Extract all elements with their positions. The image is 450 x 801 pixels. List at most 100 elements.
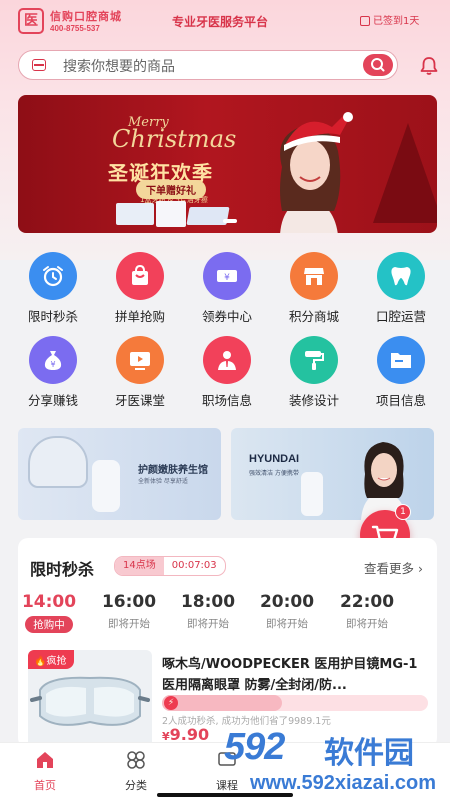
section-title: 限时秒杀: [30, 560, 95, 579]
tab-label: 分类: [125, 779, 147, 792]
person-card-icon: [203, 336, 251, 384]
hot-tag-label: 疯抢: [46, 656, 67, 667]
svg-text:¥: ¥: [224, 273, 230, 283]
watermark-number: 592: [224, 726, 285, 768]
grid-label: 拼单抢购: [114, 309, 165, 324]
banner-christmas: Christmas: [112, 125, 237, 153]
time-slot-time: 16:00: [101, 592, 157, 612]
grid-label: 装修设计: [288, 393, 339, 408]
time-slot-time: 18:00: [180, 592, 236, 612]
watermark-url: www.592xiazai.com: [250, 772, 437, 794]
view-more-link[interactable]: 查看更多 ›: [364, 558, 423, 577]
shopping-bag-icon: [116, 252, 164, 300]
logo-icon: 医: [18, 8, 44, 34]
grid-label: 限时秒杀: [27, 309, 78, 324]
countdown: 00:07:03: [171, 560, 217, 571]
time-slot[interactable]: 18:00 即将开始: [173, 592, 243, 631]
time-slot-status: 即将开始: [346, 618, 388, 630]
promo-title: 护颜嫩肤养生馆: [138, 465, 208, 476]
hot-tag: 🔥疯抢: [28, 650, 75, 669]
grid-item-group-buy[interactable]: 拼单抢购: [105, 252, 175, 325]
search-input[interactable]: 搜索你想要的商品: [63, 56, 175, 76]
grid-label: 口腔运营: [375, 309, 426, 324]
grid-label: 牙医课堂: [114, 393, 165, 408]
view-more-label: 查看更多: [364, 561, 415, 576]
product-image[interactable]: 🔥疯抢: [28, 650, 152, 748]
paint-roller-icon: [290, 336, 338, 384]
grid-label: 项目信息: [375, 393, 426, 408]
time-slot-status: 即将开始: [108, 618, 150, 630]
header: 医 信购口腔商城 400-8755-537 专业牙医服务平台 已签到1天: [0, 0, 450, 44]
time-slot-time: 14:00: [21, 592, 77, 612]
device-graphic: [28, 436, 88, 488]
grid-item-points-mall[interactable]: 积分商城: [279, 252, 349, 325]
flame-icon: 🔥: [34, 656, 47, 667]
sale-progress-fill: [162, 695, 282, 711]
grid-item-dental-class[interactable]: 牙医课堂: [105, 336, 175, 409]
svg-text:¥: ¥: [50, 360, 55, 369]
signin-status[interactable]: 已签到1天: [360, 12, 419, 27]
grid-item-flash-sale[interactable]: 限时秒杀: [18, 252, 88, 325]
christmas-tree-graphic: [373, 123, 437, 223]
sale-progress-bar: ⚡: [162, 695, 428, 711]
chevron-right-icon: ›: [418, 561, 423, 576]
alarm-clock-icon: [29, 252, 77, 300]
grid-item-oral-operation[interactable]: 口腔运营: [366, 252, 436, 325]
grid-item-project-info[interactable]: 项目信息: [366, 336, 436, 409]
promo-subtitle: 全新体验 尽享舒适: [138, 478, 188, 485]
folder-icon: [377, 336, 425, 384]
store-icon: [290, 252, 338, 300]
christmas-banner[interactable]: Merry Christmas 圣诞狂欢季 下单赠好礼 1盒牙粉 & 5片洁牙擦: [18, 95, 437, 233]
time-slot-status: 即将开始: [187, 618, 229, 630]
tab-label: 首页: [34, 779, 56, 792]
signin-text: 已签到1天: [373, 16, 420, 27]
time-slot[interactable]: 16:00 即将开始: [94, 592, 164, 631]
search-button[interactable]: [363, 54, 393, 76]
session-badge: 14点场 00:07:03: [114, 556, 226, 576]
water-flosser-graphic: [301, 472, 323, 516]
grid-item-career-info[interactable]: 职场信息: [192, 336, 262, 409]
lightning-icon: ⚡: [164, 696, 178, 710]
time-slot-time: 22:00: [339, 592, 395, 612]
product-box-graphic: [156, 201, 186, 227]
cart-badge: 1: [395, 504, 411, 520]
grid-label: 领券中心: [201, 309, 252, 324]
home-icon: [37, 752, 53, 768]
money-bag-icon: ¥: [29, 336, 77, 384]
promo-card-skincare[interactable]: 护颜嫩肤养生馆 全新体验 尽享舒适: [18, 428, 221, 520]
flash-sale-section: 限时秒杀 14点场 00:07:03 查看更多 › 14:00 抢购中 16:00…: [18, 538, 437, 748]
grid-label: 积分商城: [288, 309, 339, 324]
grid-label: 职场信息: [201, 393, 252, 408]
search-bar[interactable]: 搜索你想要的商品: [18, 50, 398, 80]
platform-title: 专业牙医服务平台: [172, 15, 269, 29]
session-slot: 14点场: [115, 557, 164, 575]
tab-home[interactable]: 首页: [15, 749, 75, 793]
time-slot-time: 20:00: [259, 592, 315, 612]
video-play-icon: [116, 336, 164, 384]
product-name[interactable]: 啄木鸟/WOODPECKER 医用护目镜MG-1 医用隔离眼罩 防雾/全封闭/防…: [162, 654, 428, 696]
tab-category[interactable]: 分类: [106, 749, 166, 793]
grid-item-share-earn[interactable]: ¥ 分享赚钱: [18, 336, 88, 409]
grid-label: 分享赚钱: [27, 393, 78, 408]
watermark-brand: 软件园: [324, 736, 414, 771]
grid-item-coupon-center[interactable]: ¥ 领券中心: [192, 252, 262, 325]
tooth-icon: [377, 252, 425, 300]
bell-icon[interactable]: [419, 56, 439, 76]
grid-item-decoration-design[interactable]: 装修设计: [279, 336, 349, 409]
promo-brand: HYUNDAI: [249, 453, 300, 465]
category-icon: [127, 751, 145, 769]
promo-subtitle: 强效清洁 方便携带: [249, 470, 299, 477]
device-graphic: [92, 460, 120, 512]
search-icon: [371, 58, 385, 72]
carousel-indicator[interactable]: [223, 219, 237, 223]
model-illustration: [280, 112, 353, 233]
logo[interactable]: 医 信购口腔商城 400-8755-537: [18, 6, 128, 36]
time-slot[interactable]: 22:00 即将开始: [332, 592, 402, 631]
time-slot[interactable]: 14:00 抢购中: [14, 592, 84, 633]
time-slot-status: 抢购中: [25, 616, 73, 633]
time-slot[interactable]: 20:00 即将开始: [252, 592, 322, 631]
logo-phone: 400-8755-537: [50, 24, 100, 33]
scan-icon[interactable]: [32, 59, 46, 71]
product-box-graphic: [116, 203, 154, 225]
logo-name: 信购口腔商城: [50, 10, 122, 23]
